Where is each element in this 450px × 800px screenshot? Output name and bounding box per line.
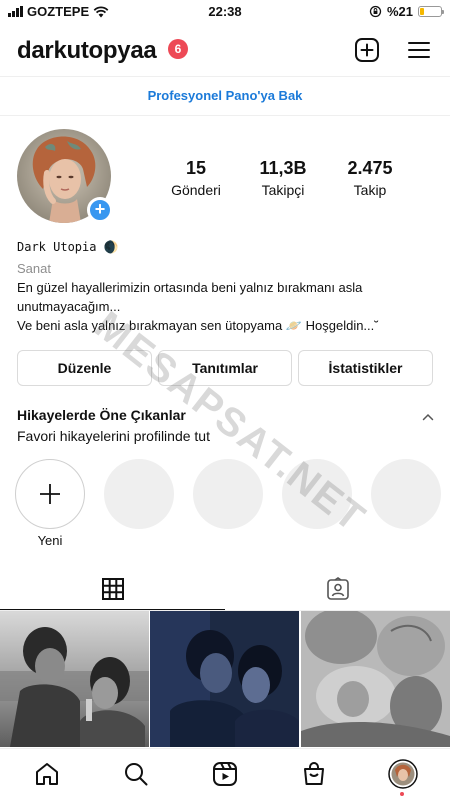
display-name: 𝙳𝚊𝚛𝚔 𝚄𝚝𝚘𝚙𝚒𝚊 🌒 xyxy=(17,240,119,254)
highlight-placeholder xyxy=(104,459,174,529)
add-story-button[interactable]: + xyxy=(87,197,113,223)
new-post-button[interactable] xyxy=(352,35,382,65)
profile-header: darkutopyaa 6 xyxy=(0,30,450,74)
tab-posts-grid[interactable] xyxy=(0,568,225,610)
post-thumbnail[interactable] xyxy=(150,611,299,747)
plus-icon xyxy=(40,484,60,504)
reels-icon xyxy=(213,762,237,786)
profile-avatar xyxy=(388,759,418,789)
followers-label: Takipçi xyxy=(261,182,305,198)
followers-count: 11,3B xyxy=(259,158,307,178)
menu-button[interactable] xyxy=(404,35,434,65)
tab-tagged[interactable] xyxy=(225,568,450,610)
following-count: 2.475 xyxy=(347,158,393,178)
professional-dashboard-link[interactable]: Profesyonel Pano'ya Bak xyxy=(0,76,450,116)
insights-button[interactable]: İstatistikler xyxy=(298,350,433,386)
highlights-title: Hikayelerde Öne Çıkanlar xyxy=(17,407,186,423)
grid-icon xyxy=(101,577,124,600)
profile-bio: En güzel hayallerimizin ortasında beni y… xyxy=(17,278,437,335)
post-thumbnail[interactable] xyxy=(301,611,450,747)
collapse-highlights-button[interactable] xyxy=(422,408,434,426)
username-title[interactable]: darkutopyaa xyxy=(17,37,157,65)
shop-icon xyxy=(304,762,324,785)
new-highlight-button[interactable] xyxy=(15,459,85,529)
bio-line: unutmayacağım... xyxy=(17,299,121,314)
menu-icon xyxy=(408,42,430,58)
following-label: Takip xyxy=(353,182,387,198)
edit-profile-button[interactable]: Düzenle xyxy=(17,350,152,386)
nav-profile-button[interactable] xyxy=(388,759,418,789)
chevron-up-icon xyxy=(422,413,434,421)
stat-posts[interactable]: 15 Gönderi xyxy=(156,158,236,198)
profile-category: Sanat xyxy=(17,261,51,276)
nav-reels-button[interactable] xyxy=(210,759,240,789)
highlight-placeholder xyxy=(282,459,352,529)
post-image xyxy=(0,611,149,747)
stat-followers[interactable]: 11,3B Takipçi xyxy=(243,158,323,198)
home-icon xyxy=(36,763,58,785)
highlight-placeholder xyxy=(371,459,441,529)
post-image xyxy=(301,611,450,747)
posts-count: 15 xyxy=(185,158,207,178)
bio-line: En güzel hayallerimizin ortasında beni y… xyxy=(17,280,363,295)
plus-square-icon xyxy=(355,38,379,62)
nav-search-button[interactable] xyxy=(121,759,151,789)
stat-following[interactable]: 2.475 Takip xyxy=(330,158,410,198)
status-bar: GOZTEPE 22:38 %21 xyxy=(0,0,450,24)
promotions-button[interactable]: Tanıtımlar xyxy=(158,350,292,386)
bio-line: Ve beni asla yalnız bırakmayan sen ütopy… xyxy=(17,318,379,333)
bottom-navigation xyxy=(0,748,450,800)
posts-label: Gönderi xyxy=(171,182,221,198)
notification-badge[interactable]: 6 xyxy=(168,39,188,59)
battery-icon xyxy=(418,6,444,17)
search-icon xyxy=(125,763,148,786)
notification-dot xyxy=(400,792,404,796)
battery-fill xyxy=(420,8,425,15)
nav-shop-button[interactable] xyxy=(299,759,329,789)
highlight-placeholder xyxy=(193,459,263,529)
new-highlight-label: Yeni xyxy=(37,533,63,548)
post-image xyxy=(150,611,299,747)
tagged-icon xyxy=(326,577,349,600)
post-thumbnail[interactable] xyxy=(0,611,149,747)
profile-avatar-wrapper[interactable]: + xyxy=(17,129,113,223)
rotation-lock-icon xyxy=(369,5,382,18)
nav-home-button[interactable] xyxy=(32,759,62,789)
highlights-subtitle: Favori hikayelerini profilinde tut xyxy=(17,428,210,444)
status-right: %21 xyxy=(369,4,444,19)
battery-percent: %21 xyxy=(386,4,413,19)
